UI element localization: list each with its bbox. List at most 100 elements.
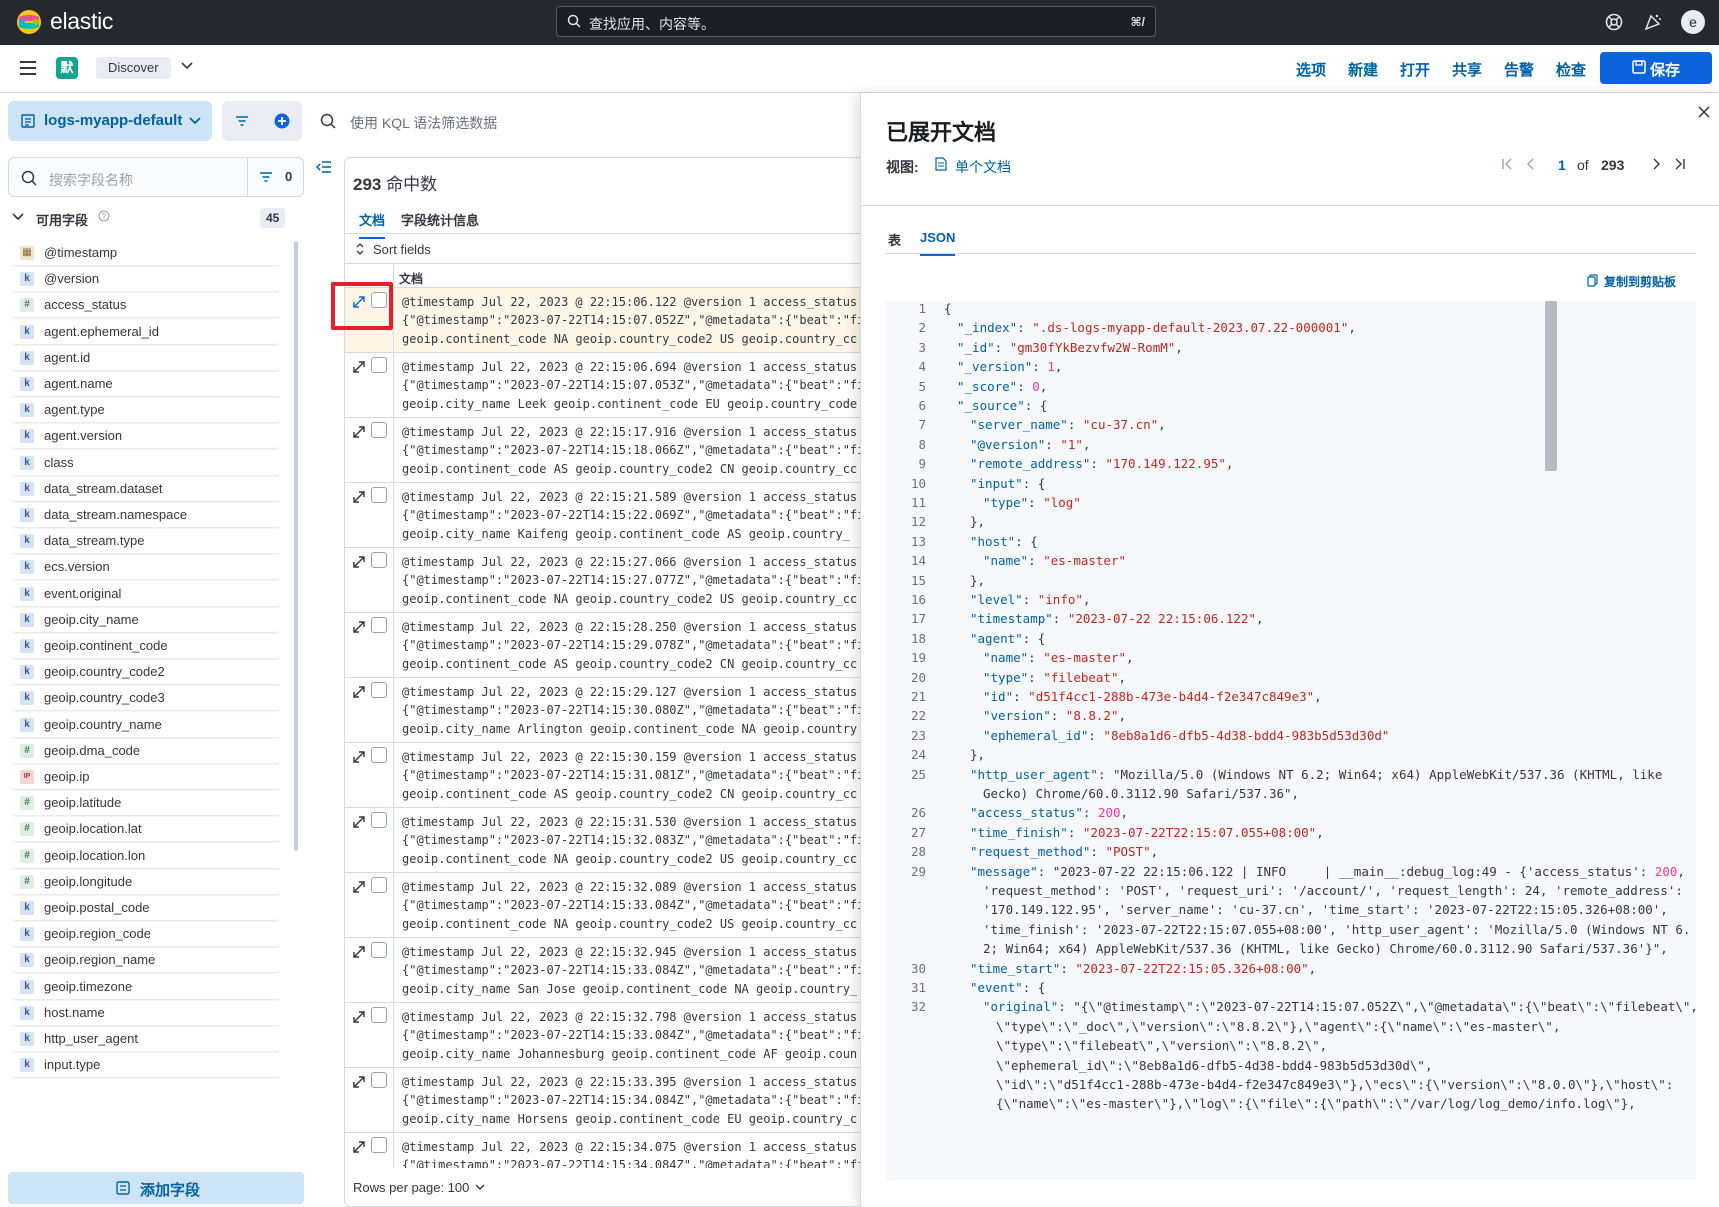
rows-per-page[interactable]: Rows per page: 100 [345,1168,863,1206]
table-row[interactable]: @timestamp Jul 22, 2023 @ 22:15:29.127 @… [345,678,863,743]
row-checkbox[interactable] [371,682,387,698]
tab-field-statistics[interactable]: 字段统计信息 [401,210,479,229]
expand-icon[interactable] [351,749,367,765]
kql-search-input[interactable]: 使用 KQL 语法筛选数据 [310,101,870,141]
field-item[interactable]: # geoip.dma_code [12,738,280,763]
field-item[interactable]: k @version [12,267,280,292]
expand-icon[interactable] [351,814,367,830]
chevron-down-icon[interactable] [180,61,194,71]
menu-open[interactable]: 打开 [1400,59,1430,80]
table-row[interactable]: @timestamp Jul 22, 2023 @ 22:15:28.250 @… [345,613,863,678]
field-item[interactable]: k class [12,450,280,475]
row-checkbox[interactable] [371,1137,387,1153]
field-item[interactable]: k agent.type [12,398,280,423]
field-item[interactable]: k agent.name [12,372,280,396]
expand-icon[interactable] [351,1009,367,1025]
field-item[interactable]: k ecs.version [12,555,280,580]
table-row[interactable]: @timestamp Jul 22, 2023 @ 22:15:31.530 @… [345,808,863,873]
row-checkbox[interactable] [371,617,387,633]
field-item[interactable]: k geoip.country_name [12,712,280,737]
last-page-icon[interactable] [1674,158,1686,170]
row-checkbox[interactable] [371,942,387,958]
field-item[interactable]: # geoip.location.lat [12,817,280,842]
table-row[interactable]: @timestamp Jul 22, 2023 @ 22:15:17.916 @… [345,418,863,483]
row-checkbox[interactable] [371,747,387,763]
menu-alerts[interactable]: 告警 [1504,59,1534,80]
news-feed-icon[interactable] [1643,12,1663,32]
filter-menu-button[interactable] [222,101,262,141]
row-checkbox[interactable] [371,552,387,568]
expand-icon[interactable] [351,944,367,960]
table-row[interactable]: @timestamp Jul 22, 2023 @ 22:15:06.122 @… [345,288,863,353]
field-item[interactable]: k agent.id [12,345,280,370]
user-avatar[interactable]: e [1681,10,1705,34]
field-item[interactable]: k geoip.country_code3 [12,686,280,711]
field-item[interactable]: k host.name [12,1000,280,1025]
menu-options[interactable]: 选项 [1296,59,1326,80]
expand-icon[interactable] [351,879,367,895]
row-checkbox[interactable] [371,877,387,893]
close-icon[interactable] [1697,105,1711,119]
table-row[interactable]: @timestamp Jul 22, 2023 @ 22:15:32.945 @… [345,938,863,1003]
filter-icon[interactable] [259,171,273,183]
logo-text[interactable]: elastic [50,8,113,35]
field-item[interactable]: k geoip.city_name [12,607,280,632]
code-scrollbar[interactable] [1545,301,1557,471]
sidebar-scrollbar[interactable] [294,241,298,851]
expand-icon[interactable] [351,1139,367,1155]
breadcrumb-discover[interactable]: Discover [96,57,171,79]
copy-to-clipboard-button[interactable]: 复制到剪贴板 [1604,273,1676,290]
tab-json[interactable]: JSON [920,230,956,256]
collapse-sidebar-icon[interactable] [316,160,332,174]
copy-icon[interactable] [1587,274,1598,287]
data-view-picker[interactable]: logs-myapp-default [8,101,212,141]
expand-icon[interactable] [351,424,367,440]
menu-new[interactable]: 新建 [1348,59,1378,80]
expand-icon[interactable] [351,1074,367,1090]
field-item[interactable]: # geoip.longitude [12,869,280,894]
row-checkbox[interactable] [371,1007,387,1023]
field-item[interactable]: k geoip.timezone [12,974,280,999]
field-item[interactable]: k geoip.region_code [12,922,280,947]
field-item[interactable]: k data_stream.dataset [12,476,280,501]
field-item[interactable]: k data_stream.namespace [12,503,280,527]
field-item[interactable]: k geoip.region_name [12,948,280,973]
tab-table[interactable]: 表 [888,230,901,249]
single-document-link[interactable]: 单个文档 [955,157,1011,177]
field-item[interactable]: # access_status [12,293,280,318]
previous-page-icon[interactable] [1525,158,1535,170]
expand-icon[interactable] [351,359,367,375]
row-checkbox[interactable] [371,1072,387,1088]
menu-icon[interactable] [20,61,38,75]
menu-share[interactable]: 共享 [1452,59,1482,80]
field-item[interactable]: k agent.version [12,424,280,449]
save-button[interactable]: 保存 [1600,52,1712,84]
field-item[interactable]: k geoip.continent_code [12,634,280,658]
expand-icon[interactable] [351,489,367,505]
expand-icon[interactable] [351,619,367,635]
add-filter-button[interactable] [262,101,302,141]
table-row[interactable]: @timestamp Jul 22, 2023 @ 22:15:30.159 @… [345,743,863,808]
table-row[interactable]: @timestamp Jul 22, 2023 @ 22:15:06.694 @… [345,353,863,418]
table-row[interactable]: @timestamp Jul 22, 2023 @ 22:15:32.798 @… [345,1003,863,1068]
available-fields-header[interactable]: 可用字段 ? 45 [12,208,286,228]
column-header-document[interactable]: 文档 [399,270,423,287]
first-page-icon[interactable] [1501,158,1513,170]
field-item[interactable]: k event.original [12,581,280,606]
table-row[interactable]: @timestamp Jul 22, 2023 @ 22:15:33.395 @… [345,1068,863,1133]
row-checkbox[interactable] [371,357,387,373]
elastic-logo-icon[interactable] [16,9,42,35]
field-item[interactable]: k agent.ephemeral_id [12,319,280,344]
field-search-input[interactable]: 搜索字段名称 0 [8,157,304,197]
space-avatar[interactable]: 默 [56,57,78,79]
table-row[interactable]: @timestamp Jul 22, 2023 @ 22:15:27.066 @… [345,548,863,613]
field-item[interactable]: IP geoip.ip [12,765,280,789]
table-row[interactable]: @timestamp Jul 22, 2023 @ 22:15:34.075 @… [345,1133,863,1168]
table-row[interactable]: @timestamp Jul 22, 2023 @ 22:15:32.089 @… [345,873,863,938]
field-item[interactable]: k geoip.country_code2 [12,660,280,685]
field-item[interactable]: k data_stream.type [12,529,280,554]
row-checkbox[interactable] [371,487,387,503]
help-icon[interactable] [1604,12,1624,32]
field-item[interactable]: ▦ @timestamp [12,241,280,265]
menu-inspect[interactable]: 检查 [1556,59,1586,80]
